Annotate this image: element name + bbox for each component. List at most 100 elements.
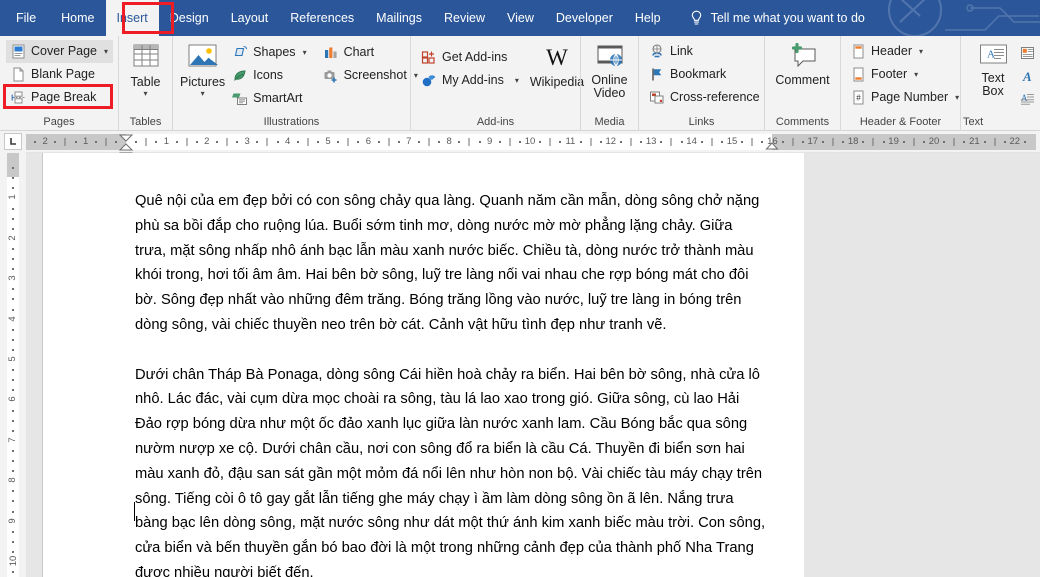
shapes-button[interactable]: Shapes ▾ [227,41,311,64]
chevron-down-icon[interactable]: ▾ [515,76,519,85]
ruler-tick [12,419,14,422]
ruler-tick [478,140,481,143]
icons-button[interactable]: Icons [227,64,311,87]
my-addins-button[interactable]: My Add-ins ▾ [416,69,524,92]
ruler-tick [12,510,14,513]
drop-cap-button[interactable]: A [1018,87,1037,110]
ribbon-group-links: Link Bookmark Cross-reference Links [638,36,764,131]
tab-selector[interactable] [0,130,26,153]
tab-review[interactable]: Review [433,0,496,36]
ruler-tick [518,140,521,143]
footer-button[interactable]: Footer ▾ [846,63,964,86]
smartart-button[interactable]: SmartArt [227,87,311,110]
paragraph-2[interactable]: Dưới chân Tháp Bà Ponaga, dòng sông Cái … [135,363,767,577]
link-button[interactable]: Link [644,40,765,63]
wikipedia-icon: W [546,45,568,70]
ruler-tick-label: 3 [7,275,19,281]
ruler-tick [417,140,420,143]
ruler-track[interactable]: 2 1 1 2 3 4 5 6 7 8 9 10 11 12 13 14 15 16 17 18 19 20 21 22 [26,133,1038,162]
ruler-tick [498,140,501,143]
ruler-tick [640,140,643,143]
ruler-tick [821,140,824,143]
chart-button[interactable]: Chart [318,41,423,64]
ruler-tick-label: 6 [365,136,372,147]
ruler-tick [943,140,946,143]
tab-file-label: File [16,11,37,25]
ruler-tick [276,140,279,143]
tell-me-box[interactable]: Tell me what you want to do [672,0,865,36]
paragraph-1[interactable]: Quê nội của em đẹp bởi có con sông chảy … [135,189,767,338]
ruler-tick [195,140,198,143]
horizontal-ruler[interactable]: 2 1 1 2 3 4 5 6 7 8 9 10 11 12 13 14 15 16 17 18 19 20 21 22 [0,130,1040,162]
svg-text:A: A [1022,69,1032,83]
screenshot-button[interactable]: Screenshot ▾ [318,64,423,87]
cover-page-button[interactable]: Cover Page ▾ [6,40,114,63]
chevron-down-icon[interactable]: ▾ [201,90,205,98]
tab-home[interactable]: Home [50,0,105,36]
text-box-button[interactable]: A Text Box ▾ [970,40,1016,98]
ruler-tick-label: 19 [888,136,899,147]
ruler-tick [12,288,14,291]
ruler-tick-label: 15 [726,136,738,147]
ruler-tick-label: 20 [928,136,940,147]
tab-references[interactable]: References [279,0,365,36]
ruler-tick [12,490,14,493]
document-canvas: Quê nội của em đẹp bởi có con sông chảy … [26,153,1040,577]
online-video-button[interactable]: Online Video [586,40,633,100]
ruler-tick [12,308,14,311]
blank-page-button[interactable]: Blank Page [6,63,113,86]
ruler-tick [983,140,986,143]
tab-mailings[interactable]: Mailings [365,0,433,36]
bookmark-label: Bookmark [670,67,727,82]
ruler-tick [12,258,14,260]
ruler-tick [347,137,349,146]
chevron-down-icon[interactable]: ▾ [914,70,918,79]
pictures-button[interactable]: Pictures ▾ [178,40,227,98]
vertical-ruler[interactable]: 1 2 3 4 5 6 7 8 9 10 [0,153,26,577]
bookmark-button[interactable]: Bookmark [644,63,765,86]
ruler-tick [12,227,14,230]
ruler-tick [438,140,441,143]
screenshot-label: Screenshot [343,68,407,83]
group-label-links: Links [688,116,715,128]
text-cursor [134,502,135,521]
get-addins-button[interactable]: Get Add-ins [416,46,524,69]
ruler-tick [12,217,14,220]
chevron-down-icon[interactable]: ▾ [303,48,307,57]
cross-reference-button[interactable]: Cross-reference [644,86,765,109]
tab-file[interactable]: File [0,0,50,36]
ruler-tick [12,338,14,341]
page-break-button[interactable]: Page Break [6,86,113,109]
quick-parts-button[interactable] [1018,41,1037,64]
wikipedia-button[interactable]: W Wikipedia [528,40,586,89]
comment-button[interactable]: Comment [770,40,835,87]
chevron-down-icon[interactable]: ▾ [143,90,147,98]
ribbon: Cover Page ▾ Blank Page Page Break Pages… [0,36,1040,131]
tab-view[interactable]: View [496,0,545,36]
document-page[interactable]: Quê nội của em đẹp bởi có con sông chảy … [42,153,804,577]
wordart-button[interactable]: A [1018,64,1037,87]
chevron-down-icon[interactable]: ▾ [919,47,923,56]
chevron-down-icon[interactable]: ▾ [104,47,108,56]
document-text[interactable]: Quê nội của em đẹp bởi có con sông chảy … [135,189,767,577]
table-button[interactable]: Table ▾ [124,40,167,98]
page-number-button[interactable]: # Page Number ▾ [846,86,964,109]
ruler-tick [590,137,592,146]
chevron-down-icon[interactable]: ▾ [955,93,959,102]
ruler-tick-label: 2 [42,136,48,147]
tab-design[interactable]: Design [159,0,220,36]
ruler-tick [12,167,14,170]
ruler-tick [468,137,470,146]
right-indent-marker[interactable] [765,134,780,155]
text-box-label-2: Box [982,84,1004,98]
ruler-tick [145,137,147,146]
tab-layout[interactable]: Layout [220,0,280,36]
header-button[interactable]: Header ▾ [846,40,964,63]
tab-insert[interactable]: Insert [105,0,159,36]
ruler-segment [7,153,19,177]
ruler-tick [266,137,268,146]
group-label-comments: Comments [775,116,830,128]
page-number-icon: # [853,90,864,105]
tab-developer[interactable]: Developer [545,0,624,36]
tab-help[interactable]: Help [624,0,672,36]
